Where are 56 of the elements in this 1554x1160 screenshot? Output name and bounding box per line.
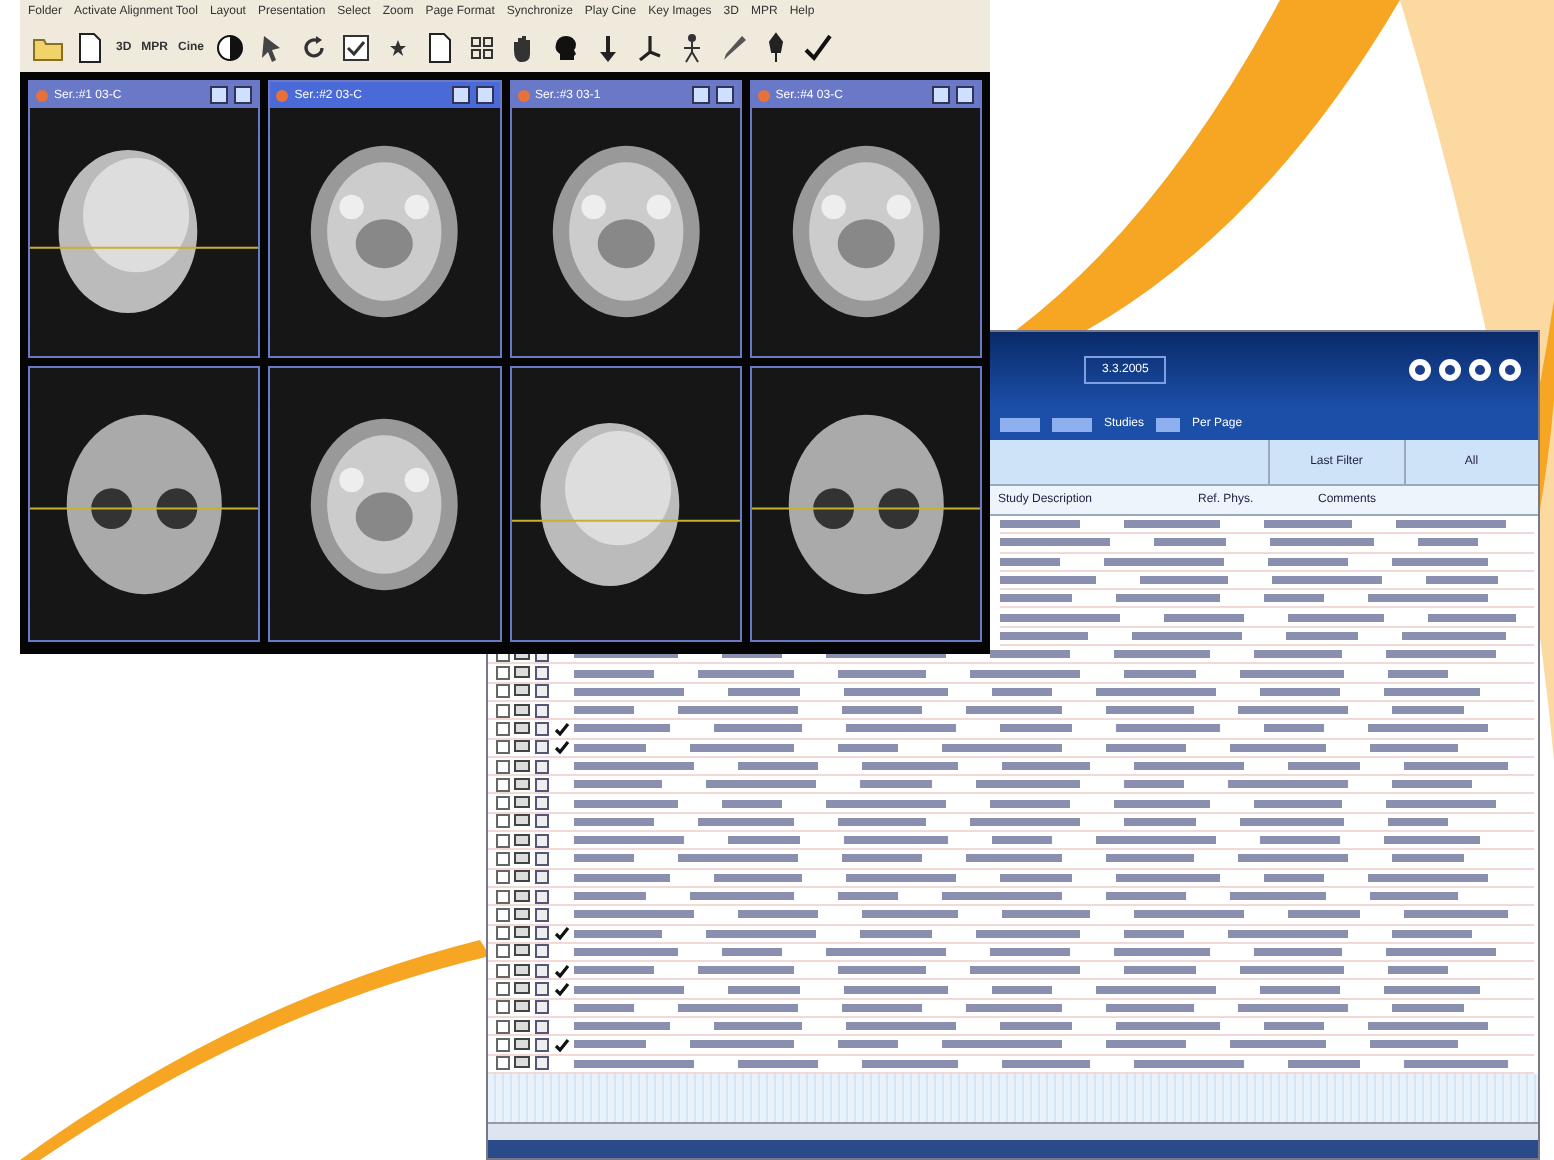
checkbox-icon[interactable]: [496, 907, 510, 922]
round-button-icon[interactable]: [1498, 358, 1522, 382]
round-button-icon[interactable]: [1408, 358, 1432, 382]
checkbox-icon[interactable]: [496, 851, 510, 866]
tick-icon: [554, 1037, 570, 1052]
checkbox-icon[interactable]: [496, 926, 510, 941]
status-dot-icon: [276, 89, 289, 101]
maximize-icon[interactable]: [715, 86, 734, 104]
checkbox-icon[interactable]: [496, 963, 510, 978]
checkbox-icon[interactable]: [340, 32, 373, 64]
minimize-icon[interactable]: [932, 86, 950, 104]
checkbox-icon[interactable]: [496, 944, 510, 959]
status-dot-icon: [517, 89, 529, 101]
status-dot-icon: [36, 89, 48, 101]
tick-icon: [554, 721, 570, 736]
checkbox-icon[interactable]: [496, 1019, 510, 1034]
page-icon[interactable]: [74, 32, 106, 64]
round-button-icon[interactable]: [1468, 358, 1492, 382]
minimize-icon[interactable]: [210, 86, 229, 104]
maximize-icon[interactable]: [956, 86, 974, 104]
checkbox-icon[interactable]: [496, 1037, 510, 1052]
count-field[interactable]: [1000, 417, 1040, 431]
minimize-icon[interactable]: [691, 86, 710, 104]
checkbox-icon[interactable]: [496, 814, 510, 829]
checkbox-icon[interactable]: [496, 1000, 510, 1015]
checkbox-icon[interactable]: [496, 666, 510, 681]
round-button-icon[interactable]: [1438, 358, 1462, 382]
checkbox-icon[interactable]: [496, 982, 510, 997]
status-dot-icon: [757, 89, 770, 101]
checkbox-icon[interactable]: [496, 1056, 510, 1071]
tick-icon: [554, 926, 570, 941]
checkbox-icon[interactable]: [496, 833, 510, 848]
checkbox-icon[interactable]: [496, 703, 510, 718]
contrast-icon[interactable]: [214, 32, 247, 64]
tick-icon: [554, 982, 570, 997]
minimize-icon[interactable]: [451, 86, 469, 104]
maximize-icon[interactable]: [475, 86, 493, 104]
page-icon[interactable]: [424, 32, 457, 64]
checkbox-icon[interactable]: [496, 777, 510, 792]
pen-icon[interactable]: [718, 32, 751, 64]
checkbox-icon[interactable]: [496, 796, 510, 811]
checkbox-icon[interactable]: [496, 740, 510, 755]
angle-icon[interactable]: [634, 32, 667, 64]
tick-icon[interactable]: [802, 32, 835, 64]
tick-icon: [554, 963, 570, 978]
grid-icon[interactable]: [466, 32, 499, 64]
checkbox-icon[interactable]: [496, 684, 510, 699]
scroll-bar[interactable]: [488, 1122, 1538, 1140]
checkbox-icon[interactable]: [496, 889, 510, 904]
tick-icon: [554, 740, 570, 755]
checkbox-icon[interactable]: [496, 759, 510, 773]
maximize-icon[interactable]: [234, 86, 253, 104]
count-field[interactable]: [1052, 417, 1092, 431]
checkbox-icon[interactable]: [496, 870, 510, 885]
per-page-field[interactable]: [1156, 417, 1181, 431]
checkbox-icon[interactable]: [496, 721, 510, 736]
